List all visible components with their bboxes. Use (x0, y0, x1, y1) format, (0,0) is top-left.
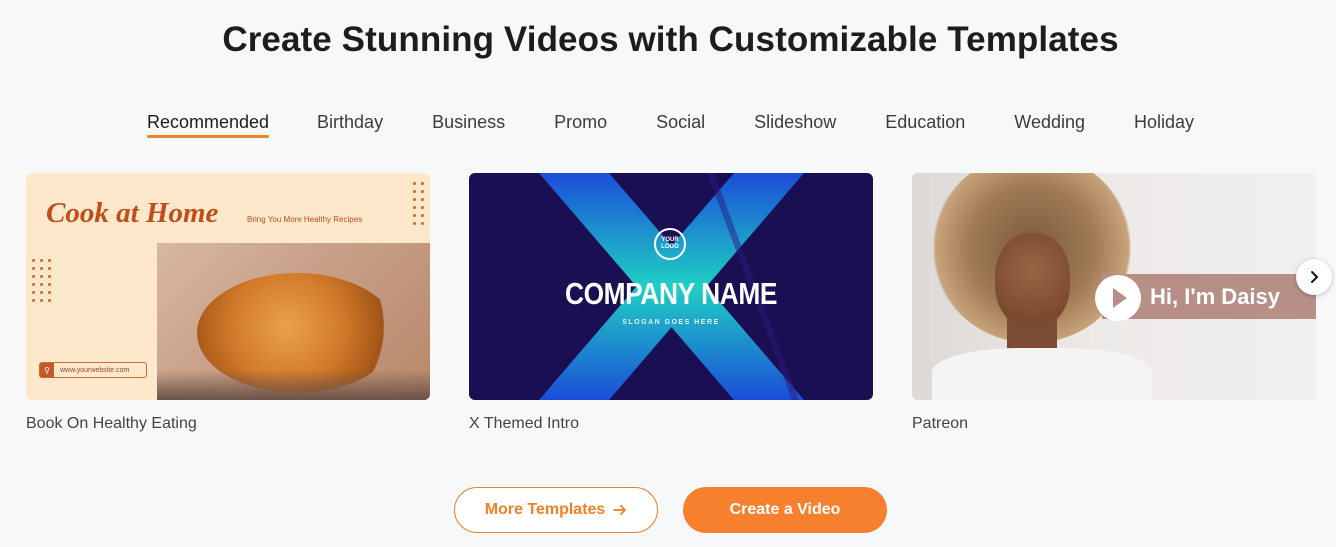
person-face (995, 233, 1070, 328)
template-card-healthy-eating[interactable]: Cook at Home Bring You More Healthy Reci… (26, 173, 430, 433)
chevron-right-icon (1311, 271, 1318, 283)
thumbnail-subheading: Bring You More Healthy Recipes (247, 215, 363, 224)
tab-wedding[interactable]: Wedding (1014, 112, 1085, 138)
tab-social[interactable]: Social (656, 112, 705, 138)
slogan: SLOGAN GOES HERE (622, 319, 720, 326)
template-caption[interactable]: Patreon (912, 415, 1316, 433)
tab-birthday[interactable]: Birthday (317, 112, 383, 138)
category-tabs: Recommended Birthday Business Promo Soci… (0, 112, 1336, 138)
carousel-next-button[interactable] (1296, 259, 1332, 295)
company-name: COMPANY NAME (564, 276, 778, 311)
person-shirt (932, 348, 1152, 400)
template-caption[interactable]: Book On Healthy Eating (26, 415, 430, 433)
decorative-dots (32, 259, 51, 302)
more-templates-label: More Templates (484, 501, 606, 518)
arrow-right-icon (613, 505, 627, 515)
play-icon[interactable] (1095, 275, 1141, 321)
tab-promo[interactable]: Promo (554, 112, 607, 138)
template-thumbnail[interactable]: YOUR LOGO COMPANY NAME SLOGAN GOES HERE (469, 173, 873, 400)
create-video-button[interactable]: Create a Video (683, 487, 887, 533)
tab-business[interactable]: Business (432, 112, 505, 138)
template-thumbnail[interactable]: Hi, I'm Daisy (912, 173, 1316, 400)
logo-placeholder: YOUR LOGO (654, 228, 686, 260)
page-title: Create Stunning Videos with Customizable… (222, 20, 1119, 59)
template-thumbnail[interactable]: Cook at Home Bring You More Healthy Reci… (26, 173, 430, 400)
thumbnail-heading: Cook at Home (46, 197, 219, 229)
search-icon: ⚲ (40, 363, 54, 377)
template-card-patreon[interactable]: Hi, I'm Daisy Patreon (912, 173, 1316, 433)
website-text: www.yourwebsite.com (60, 366, 130, 374)
template-caption[interactable]: X Themed Intro (469, 415, 873, 433)
template-card-x-intro[interactable]: YOUR LOGO COMPANY NAME SLOGAN GOES HERE … (469, 173, 873, 433)
tab-slideshow[interactable]: Slideshow (754, 112, 836, 138)
tab-education[interactable]: Education (885, 112, 965, 138)
website-box: ⚲ www.yourwebsite.com (39, 362, 147, 378)
tab-holiday[interactable]: Holiday (1134, 112, 1194, 138)
more-templates-button[interactable]: More Templates (454, 487, 658, 533)
tab-recommended[interactable]: Recommended (146, 112, 270, 138)
food-image (157, 243, 430, 400)
decorative-dots (413, 182, 424, 225)
